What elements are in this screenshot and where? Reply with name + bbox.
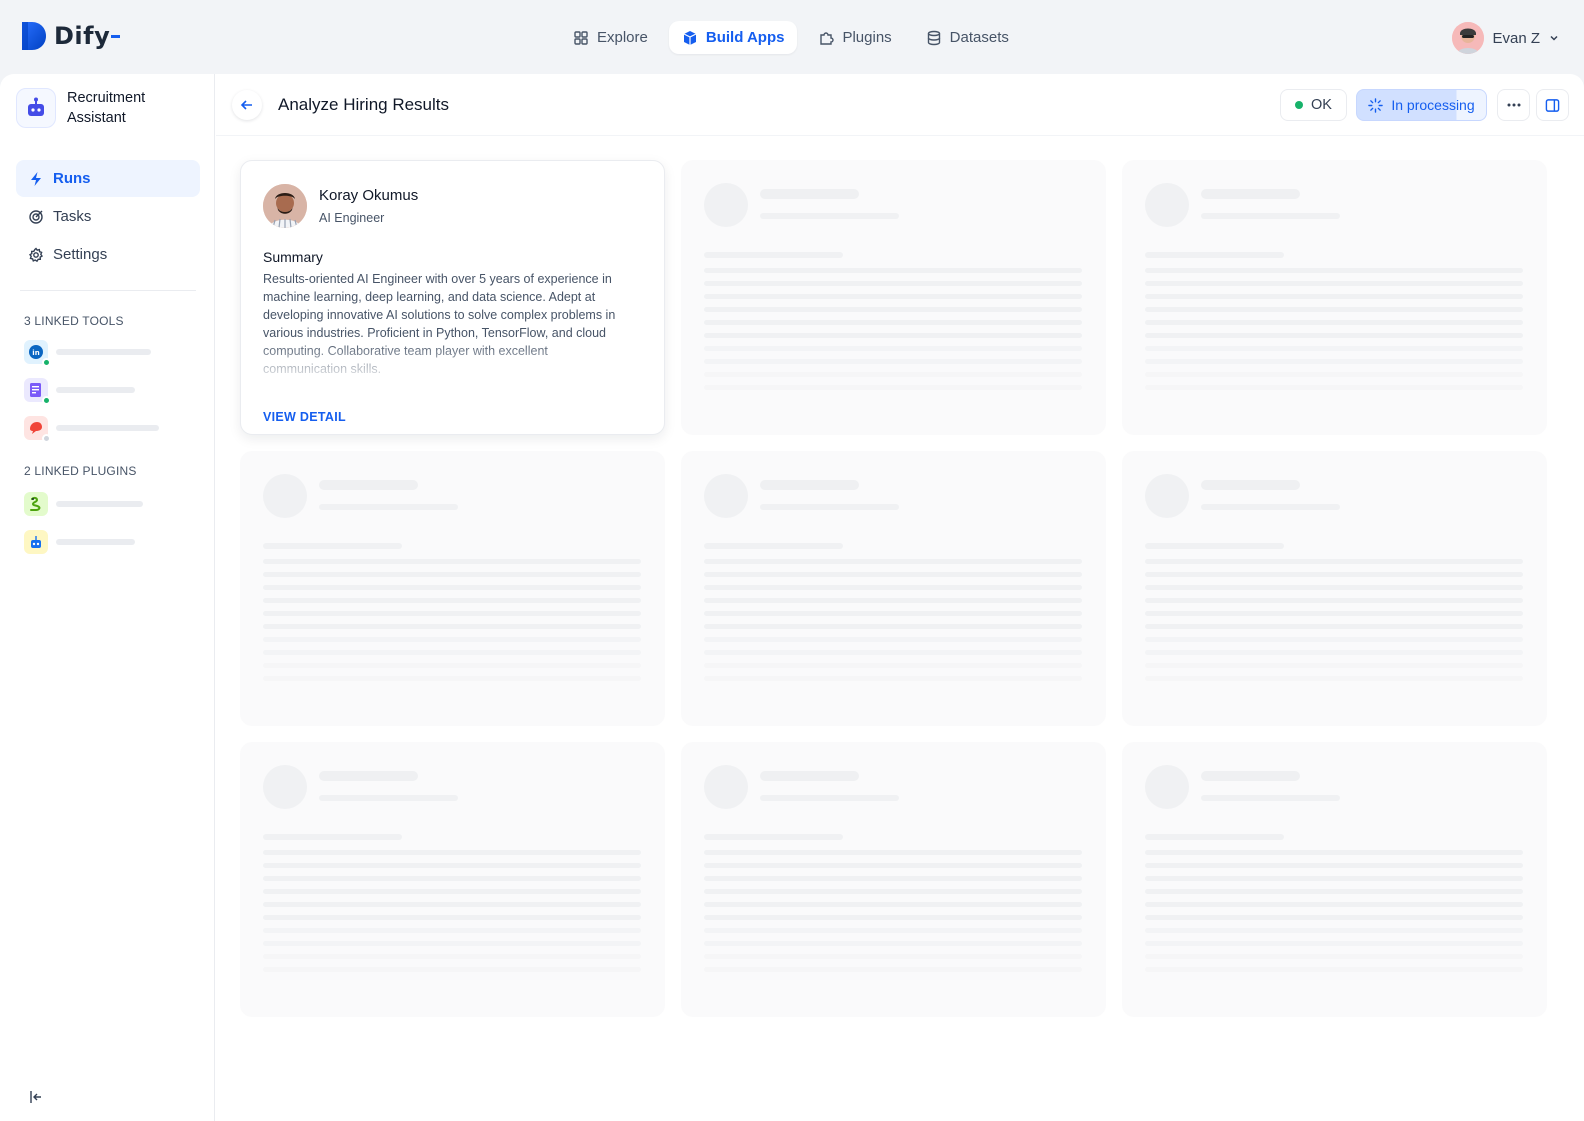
nav-explore-label: Explore [597, 29, 648, 46]
grid-icon [574, 30, 588, 45]
more-dots-icon [1507, 103, 1520, 107]
spinner-icon [1368, 97, 1384, 113]
processing-label: In processing [1391, 97, 1475, 113]
toggle-panel-button[interactable] [1536, 89, 1569, 121]
chat-icon [24, 416, 51, 443]
more-button[interactable] [1497, 89, 1530, 121]
sidebar-menu: Runs Tasks Settings [16, 160, 200, 274]
skeleton-card [1122, 160, 1547, 435]
view-detail-link[interactable]: VIEW DETAIL [263, 410, 346, 424]
status-dot [42, 434, 51, 443]
chevron-down-icon [1550, 35, 1558, 41]
tool-name-placeholder [56, 425, 159, 431]
linked-tools-label: 3 LINKED TOOLS [24, 314, 124, 328]
skeleton-card [1122, 742, 1547, 1017]
snake-icon [24, 492, 48, 516]
sidebar-item-runs[interactable]: Runs [16, 160, 200, 197]
cube-icon [683, 30, 697, 45]
nav-plugins-label: Plugins [842, 29, 892, 46]
puzzle-icon [820, 31, 835, 45]
nav-build-apps[interactable]: Build Apps [668, 21, 798, 54]
status-dot [1295, 101, 1304, 109]
nav-explore[interactable]: Explore [560, 21, 661, 54]
sidebar-item-label: Settings [53, 246, 108, 263]
sidebar-item-label: Runs [53, 170, 91, 187]
candidate-name: Koray Okumus [319, 187, 419, 204]
sidebar-item-tasks[interactable]: Tasks [16, 198, 200, 235]
status-dot [42, 396, 51, 405]
user-avatar [1452, 22, 1485, 54]
sidebar: Recruitment Assistant Runs Tasks Setting… [0, 74, 215, 1121]
text-fade-overlay [241, 341, 664, 381]
database-icon [927, 30, 940, 45]
skeleton-card [240, 451, 665, 726]
skeleton-card [681, 451, 1106, 726]
candidate-card[interactable]: Koray Okumus AI Engineer Summary Results… [240, 160, 665, 435]
user-menu[interactable]: Evan Z [1452, 22, 1560, 54]
nav-datasets[interactable]: Datasets [913, 21, 1022, 54]
candidate-avatar [263, 184, 307, 228]
tool-name-placeholder [56, 387, 135, 393]
linked-plugin-item[interactable] [24, 530, 135, 554]
dify-logo[interactable]: Dify [22, 22, 121, 50]
summary-heading: Summary [263, 249, 323, 265]
brand-name: Dify [54, 22, 111, 50]
linked-tool-item[interactable] [24, 416, 159, 443]
linkedin-icon: in [24, 340, 51, 367]
ok-label: OK [1311, 97, 1332, 113]
page-title: Analyze Hiring Results [278, 95, 450, 114]
brand-dot [111, 34, 121, 38]
processing-status-button[interactable]: In processing [1356, 89, 1487, 121]
sidebar-divider [20, 290, 196, 291]
content-area: Analyze Hiring Results OK In processing [216, 74, 1584, 1121]
status-dot [42, 358, 51, 367]
robot-icon [16, 88, 56, 128]
skeleton-card [240, 742, 665, 1017]
resume-icon [24, 378, 51, 405]
plugin-name-placeholder [56, 501, 143, 507]
nav-datasets-label: Datasets [949, 29, 1009, 46]
app-name: Recruitment Assistant [67, 90, 146, 126]
back-button[interactable] [232, 90, 262, 120]
sidebar-item-settings[interactable]: Settings [16, 236, 200, 273]
collapse-sidebar-icon[interactable] [28, 1089, 44, 1105]
linked-tool-item[interactable]: in [24, 340, 151, 367]
skeleton-card [681, 160, 1106, 435]
results-grid: Koray Okumus AI Engineer Summary Results… [240, 160, 1547, 1017]
dify-logo-mark-icon [22, 22, 46, 50]
sidebar-item-label: Tasks [53, 208, 92, 225]
robot-icon [24, 530, 48, 554]
bolt-icon [31, 171, 41, 186]
tool-name-placeholder [56, 349, 151, 355]
linked-plugins-label: 2 LINKED PLUGINS [24, 464, 137, 478]
skeleton-card [681, 742, 1106, 1017]
linked-tool-item[interactable] [24, 378, 135, 405]
skeleton-card [1122, 451, 1547, 726]
nav-build-apps-label: Build Apps [705, 29, 785, 46]
target-icon [29, 209, 43, 224]
content-header: Analyze Hiring Results OK In processing [216, 74, 1584, 136]
side-panel-icon [1545, 98, 1560, 112]
svg-text:in: in [32, 349, 39, 357]
arrow-left-icon [240, 100, 252, 110]
app-header: Recruitment Assistant [16, 88, 167, 128]
nav-plugins[interactable]: Plugins [805, 21, 904, 54]
gear-icon [28, 246, 44, 262]
candidate-role: AI Engineer [319, 211, 385, 225]
main-panel: Recruitment Assistant Runs Tasks Setting… [0, 74, 1584, 1121]
top-bar: Dify Explore Build Apps Plugins Datasets… [0, 0, 1584, 74]
ok-status-button[interactable]: OK [1280, 89, 1347, 121]
plugin-name-placeholder [56, 539, 135, 545]
main-nav: Explore Build Apps Plugins Datasets [560, 21, 1022, 54]
linked-plugin-item[interactable] [24, 492, 143, 516]
user-name: Evan Z [1492, 29, 1540, 47]
